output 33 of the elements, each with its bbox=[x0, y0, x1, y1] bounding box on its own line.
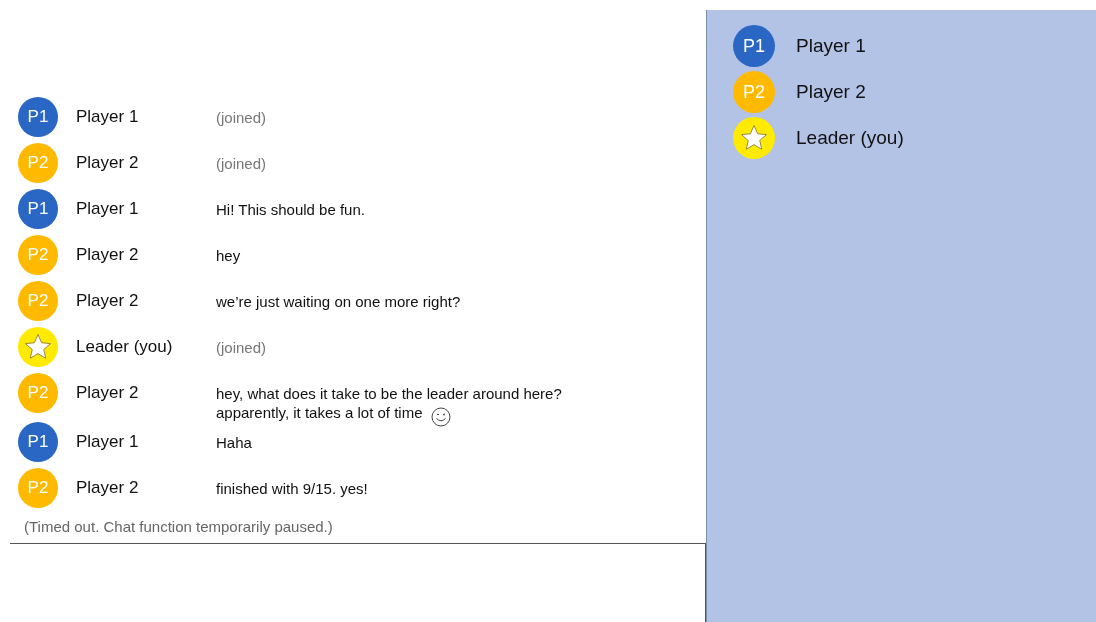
message-text: Hi! This should be fun. bbox=[216, 201, 365, 218]
player-avatar: P2 bbox=[18, 281, 58, 321]
player-name: Player 2 bbox=[76, 152, 140, 174]
message-text: hey bbox=[216, 247, 241, 264]
participant-name: Player 2 bbox=[796, 81, 866, 103]
player-avatar: P2 bbox=[18, 143, 58, 183]
player-name: Player 2 bbox=[76, 290, 140, 312]
player-avatar: P1 bbox=[18, 97, 58, 137]
player-avatar: P2 bbox=[18, 373, 58, 413]
player-avatar: P1 bbox=[733, 25, 775, 67]
message-text: we’re just waiting on one more right? bbox=[216, 293, 461, 310]
player-avatar: P2 bbox=[733, 71, 775, 113]
player-avatar: P2 bbox=[18, 235, 58, 275]
player-name: Player 2 bbox=[76, 244, 140, 266]
player-avatar: P2 bbox=[18, 468, 58, 508]
player-avatar: P1 bbox=[18, 189, 58, 229]
player-name: Player 2 bbox=[76, 477, 140, 499]
message-text: hey, what does it take to be the leader around here? bbox=[216, 385, 562, 402]
join-notice: (joined) bbox=[216, 155, 267, 172]
message-text: Haha bbox=[216, 434, 252, 451]
message-text: apparently, it takes a lot of time bbox=[216, 404, 423, 421]
message-text: finished with 9/15. yes! bbox=[216, 480, 368, 497]
participant-name: Leader (you) bbox=[796, 127, 904, 149]
player-name: Player 1 bbox=[76, 198, 140, 220]
player-avatar: P1 bbox=[18, 422, 58, 462]
join-notice: (joined) bbox=[216, 339, 267, 356]
player-name: Player 1 bbox=[76, 431, 140, 453]
join-notice: (joined) bbox=[216, 109, 267, 126]
status-message: (Timed out. Chat function temporarily paused.) bbox=[24, 518, 334, 535]
player-name: Leader (you) bbox=[76, 336, 174, 358]
player-name: Player 2 bbox=[76, 382, 140, 404]
player-name: Player 1 bbox=[76, 106, 140, 128]
participant-name: Player 1 bbox=[796, 35, 866, 57]
